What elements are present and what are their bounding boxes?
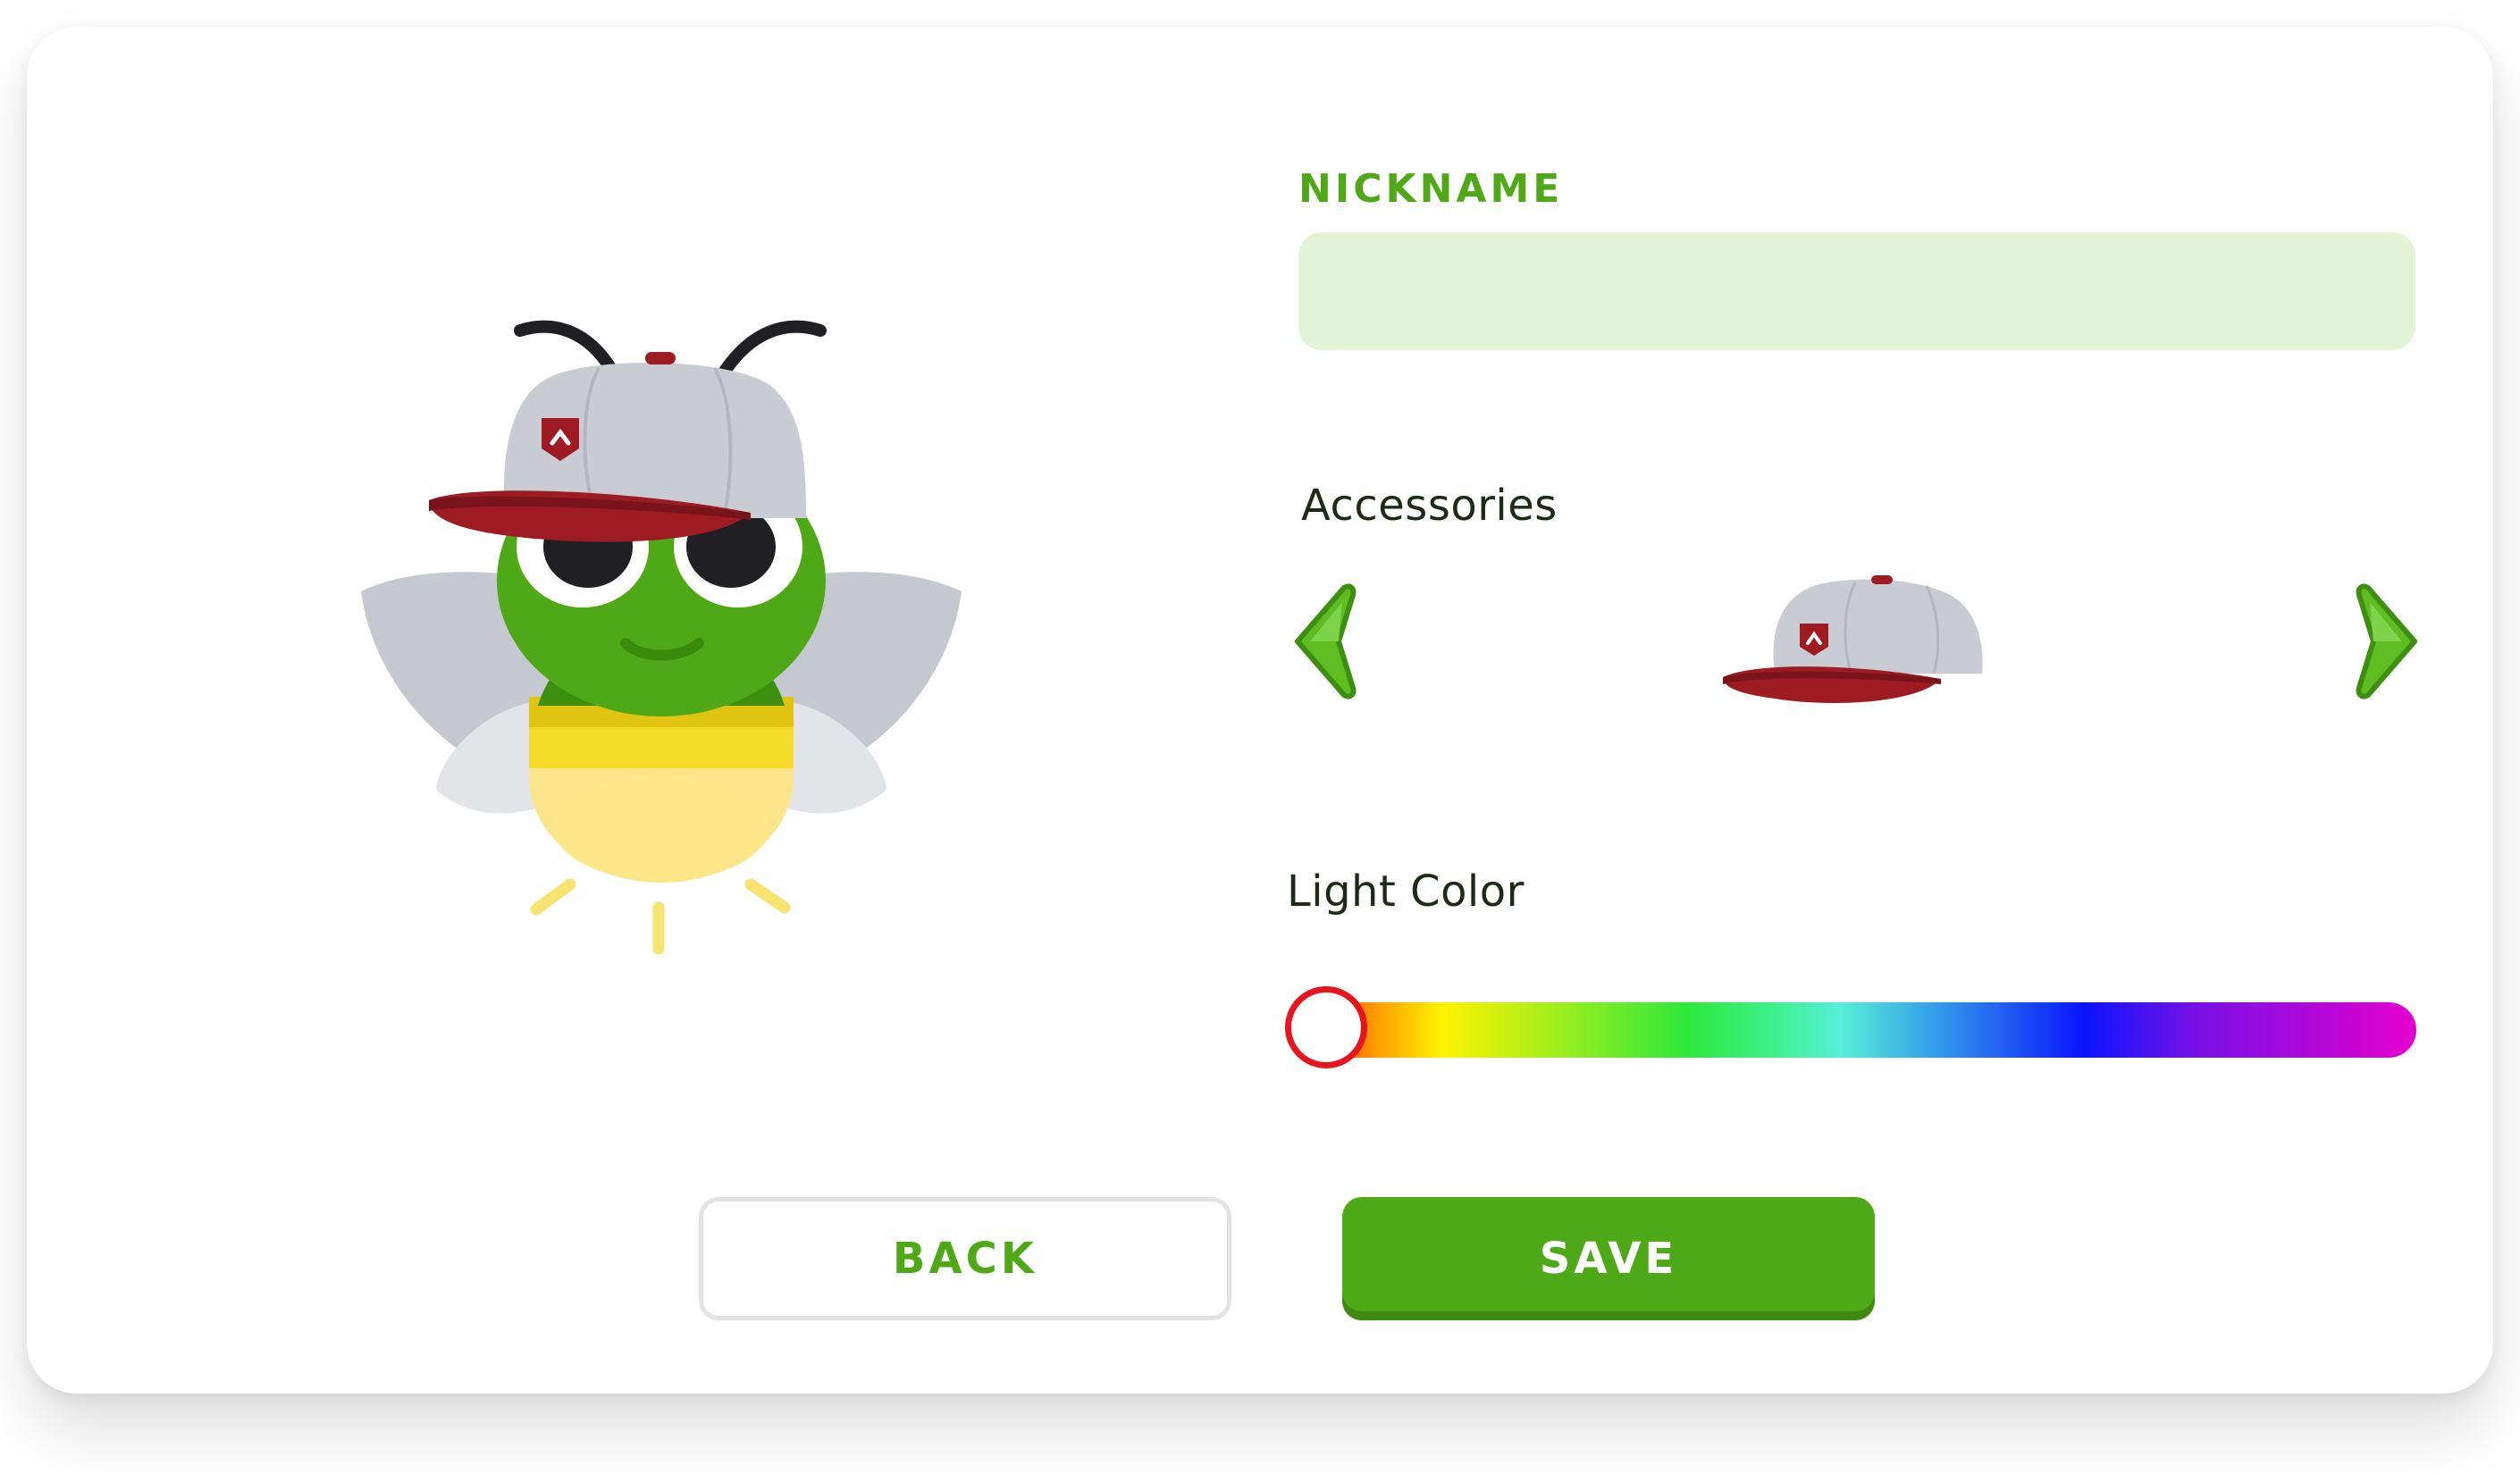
nickname-input[interactable]	[1298, 232, 2415, 350]
cap-icon	[1723, 575, 1983, 703]
back-button[interactable]: BACK	[699, 1197, 1231, 1320]
light-color-slider[interactable]	[1308, 1002, 2416, 1058]
light-color-slider-thumb[interactable]	[1285, 986, 1367, 1068]
light-color-label: Light Color	[1287, 867, 1525, 917]
chevron-right-icon	[2356, 583, 2417, 699]
firefly-avatar	[331, 313, 992, 956]
accessories-label: Accessories	[1301, 481, 1558, 531]
chevron-left-icon	[1295, 583, 1357, 699]
nickname-label: NICKNAME	[1298, 166, 1564, 212]
accessory-preview	[1721, 568, 1989, 720]
save-button[interactable]: SAVE	[1342, 1197, 1875, 1320]
customize-card: NICKNAME Accessories Light Color BACK SA…	[27, 27, 2493, 1394]
firefly-icon	[361, 320, 962, 955]
next-accessory-button[interactable]	[2347, 579, 2427, 704]
previous-accessory-button[interactable]	[1285, 579, 1365, 704]
